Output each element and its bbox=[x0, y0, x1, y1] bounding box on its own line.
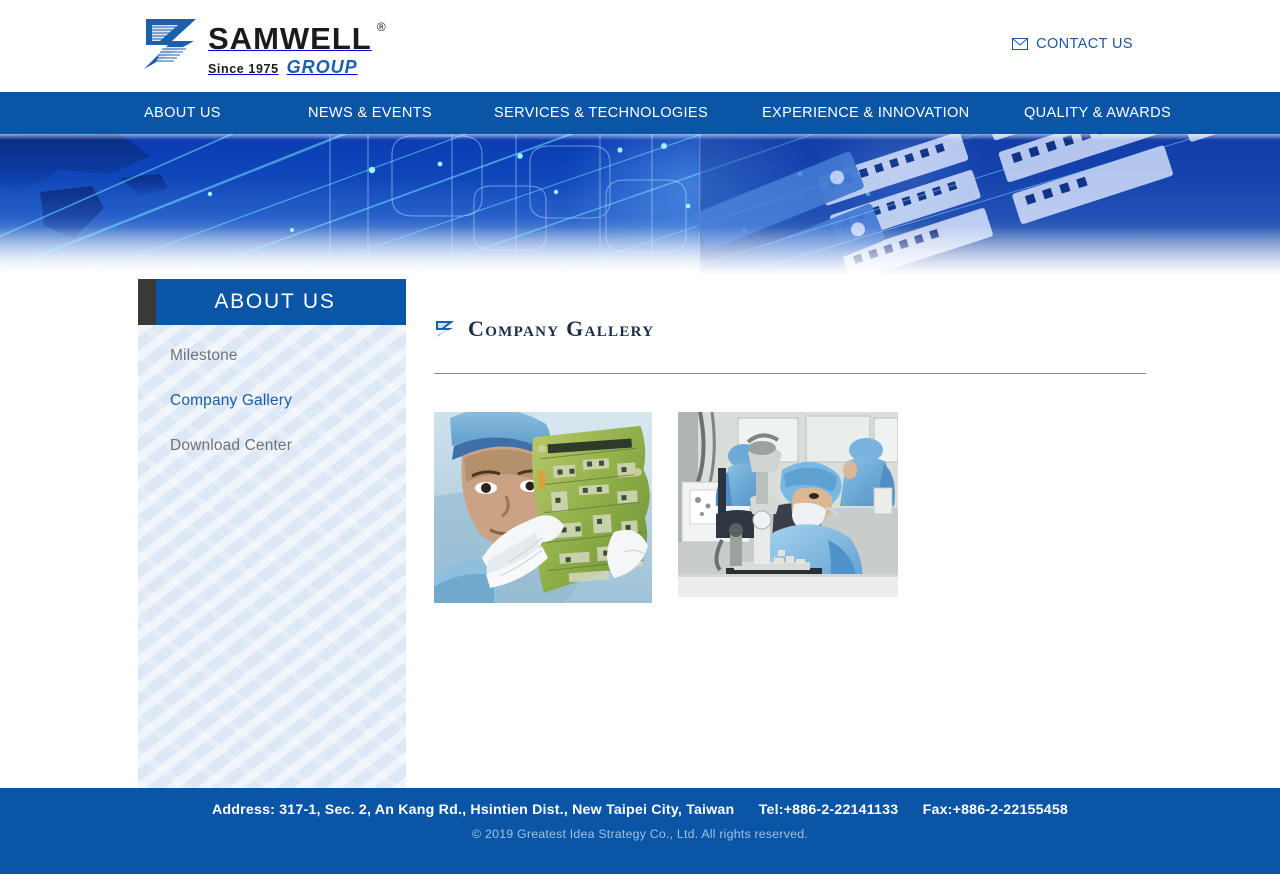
gallery-grid bbox=[434, 412, 1280, 604]
nav-item-experience-innovation[interactable]: EXPERIENCE & INNOVATION bbox=[762, 105, 1024, 121]
sidebar-heading: ABOUT US bbox=[214, 290, 336, 313]
nav-item-news-events[interactable]: NEWS & EVENTS bbox=[308, 105, 494, 121]
nav-item-quality-awards[interactable]: QUALITY & AWARDS bbox=[1024, 105, 1171, 121]
samwell-z-mark-icon bbox=[138, 15, 202, 73]
site-logo[interactable]: SAMWELL ® Since 1975 GROUP bbox=[138, 15, 386, 78]
sidebar-item-milestone[interactable]: Milestone bbox=[170, 347, 406, 365]
contact-us-link[interactable]: CONTACT US bbox=[1012, 36, 1133, 52]
mail-icon bbox=[1012, 38, 1029, 50]
sidebar-item-company-gallery[interactable]: Company Gallery bbox=[170, 392, 406, 410]
footer-copyright: © 2019 Greatest Idea Strategy Co., Ltd. … bbox=[472, 827, 808, 841]
hero-top-fade bbox=[0, 134, 1280, 140]
gallery-item[interactable] bbox=[678, 412, 898, 598]
samwell-z-mark-icon bbox=[434, 320, 456, 338]
nav-item-services-technologies[interactable]: SERVICES & TECHNOLOGIES bbox=[494, 105, 762, 121]
footer-address: Address: 317-1, Sec. 2, An Kang Rd., Hsi… bbox=[211, 802, 735, 818]
logo-group-text: GROUP bbox=[286, 57, 358, 77]
content-area: ABOUT US Milestone Company Gallery Downl… bbox=[0, 279, 1280, 788]
footer-address-line: Address: 317-1, Sec. 2, An Kang Rd., Hsi… bbox=[0, 802, 1280, 818]
hero-bottom-fade bbox=[0, 227, 1280, 279]
page-title-row: Company Gallery bbox=[434, 301, 1146, 356]
page-title: Company Gallery bbox=[468, 315, 655, 341]
footer-tel: Tel:+886-2-22141133 bbox=[758, 802, 899, 818]
logo-company-name: SAMWELL bbox=[208, 21, 372, 56]
gallery-item[interactable] bbox=[434, 412, 652, 604]
page-root: SAMWELL ® Since 1975 GROUP CONTACT US AB… bbox=[0, 0, 1280, 874]
sidebar-item-download-center[interactable]: Download Center bbox=[170, 437, 406, 455]
logo-since-text: Since 1975 bbox=[208, 62, 279, 76]
logo-text-block: SAMWELL ® Since 1975 GROUP bbox=[208, 15, 386, 78]
contact-us-label: CONTACT US bbox=[1036, 36, 1133, 52]
hero-banner bbox=[0, 134, 1280, 279]
nav-item-about-us[interactable]: ABOUT US bbox=[144, 105, 308, 121]
sidebar-header: ABOUT US bbox=[138, 279, 406, 325]
sidebar-header-tab bbox=[138, 279, 156, 325]
main-content: Company Gallery bbox=[406, 279, 1280, 788]
footer-fax: Fax:+886-2-22155458 bbox=[922, 802, 1069, 818]
logo-registered-mark: ® bbox=[376, 20, 386, 34]
title-divider bbox=[434, 373, 1146, 375]
sidebar: ABOUT US Milestone Company Gallery Downl… bbox=[138, 279, 406, 788]
site-header: SAMWELL ® Since 1975 GROUP CONTACT US bbox=[0, 0, 1280, 92]
main-navigation: ABOUT US NEWS & EVENTS SERVICES & TECHNO… bbox=[0, 92, 1280, 134]
site-footer: Address: 317-1, Sec. 2, An Kang Rd., Hsi… bbox=[0, 788, 1280, 874]
sidebar-menu: Milestone Company Gallery Download Cente… bbox=[138, 325, 406, 455]
